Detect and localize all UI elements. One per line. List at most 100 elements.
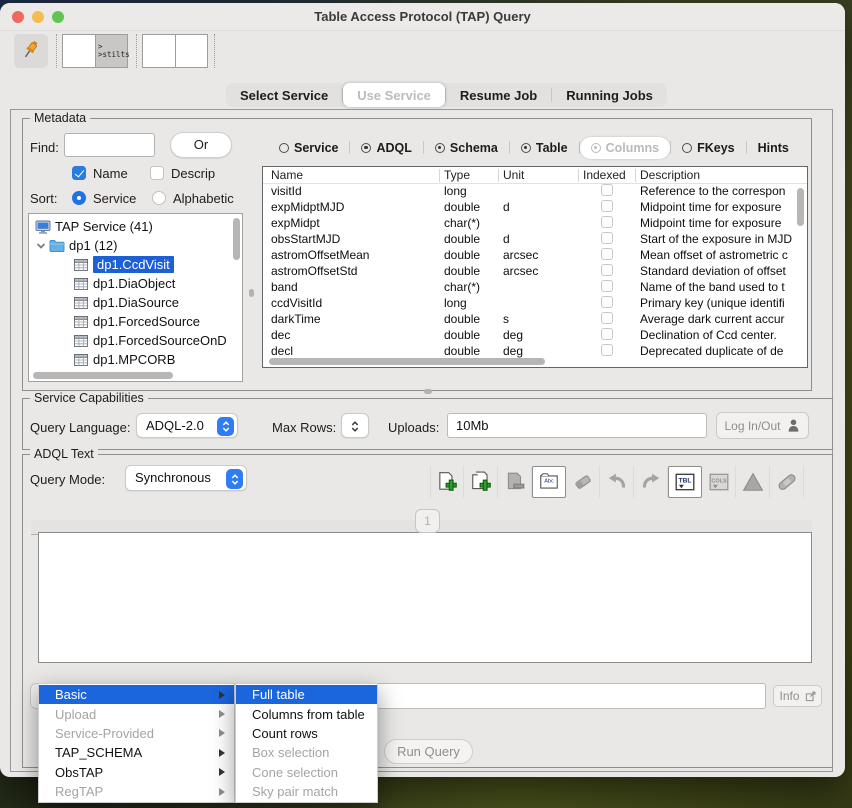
- query-mode-select[interactable]: Synchronous: [125, 465, 247, 491]
- tree-node-dp1.DiaObject[interactable]: dp1.DiaObject: [29, 274, 242, 293]
- close-dialog-button[interactable]: [175, 35, 207, 67]
- sort-service-label: Service: [93, 191, 136, 206]
- tab-use-service[interactable]: Use Service: [343, 83, 445, 107]
- submenu-item-full-table[interactable]: Full table: [236, 685, 377, 704]
- sheet-tab-1[interactable]: 1: [415, 509, 440, 533]
- indexed-checkbox[interactable]: [601, 328, 613, 340]
- menu-item-obstap[interactable]: ObsTAP: [39, 763, 234, 782]
- indexed-checkbox[interactable]: [601, 248, 613, 260]
- view-tab-hints[interactable]: Hints: [747, 137, 800, 159]
- metadata-splitter-handle[interactable]: [424, 389, 432, 394]
- find-label: Find:: [30, 140, 59, 155]
- cell-desc: Primary key (unique identifi: [640, 296, 795, 310]
- query-language-select[interactable]: ADQL-2.0: [136, 413, 238, 438]
- column-row-obsStartMJD[interactable]: obsStartMJDdoubledStart of the exposure …: [263, 232, 807, 248]
- tree-table-splitter[interactable]: [249, 289, 254, 297]
- tree-node-dp1-12-[interactable]: dp1 (12): [29, 236, 242, 255]
- tree-node-dp1.ForcedSource[interactable]: dp1.ForcedSource: [29, 312, 242, 331]
- column-row-ccdVisitId[interactable]: ccdVisitIdlongPrimary key (unique identi…: [263, 296, 807, 312]
- tree-node-dp1.DiaSource[interactable]: dp1.DiaSource: [29, 293, 242, 312]
- stilts-button[interactable]: > >stilts: [95, 35, 127, 67]
- table-hscrollbar-thumb[interactable]: [269, 358, 545, 365]
- info-button[interactable]: Info: [773, 685, 822, 707]
- uploads-field[interactable]: 10Mb: [447, 413, 707, 438]
- tree-vscrollbar-thumb[interactable]: [233, 218, 240, 260]
- cell-name: dec: [271, 328, 290, 342]
- undo-button: [600, 466, 634, 498]
- view-tab-columns[interactable]: Columns: [580, 137, 670, 159]
- find-input[interactable]: [64, 133, 155, 157]
- query-mode-label: Query Mode:: [30, 472, 105, 487]
- cols-icon: COLS: [708, 471, 730, 493]
- column-row-astromOffsetStd[interactable]: astromOffsetStddoublearcsecStandard devi…: [263, 264, 807, 280]
- indexed-checkbox[interactable]: [601, 312, 613, 324]
- col-header-type[interactable]: Type: [444, 168, 470, 182]
- adql-textarea[interactable]: [38, 532, 812, 663]
- cell-type: long: [444, 296, 467, 310]
- column-row-darkTime[interactable]: darkTimedoublesAverage dark current accu…: [263, 312, 807, 328]
- add-sheet-button[interactable]: [430, 466, 464, 498]
- tree-expander-icon[interactable]: [35, 240, 47, 252]
- col-header-name[interactable]: Name: [271, 168, 303, 182]
- menu-item-label: Sky pair match: [252, 784, 338, 799]
- indexed-checkbox[interactable]: [601, 264, 613, 276]
- view-tab-service[interactable]: Service: [268, 137, 349, 159]
- col-header-unit[interactable]: Unit: [503, 168, 524, 182]
- column-row-astromOffsetMean[interactable]: astromOffsetMeandoublearcsecMean offset …: [263, 248, 807, 264]
- indexed-checkbox[interactable]: [601, 184, 613, 196]
- submenu-item-count-rows[interactable]: Count rows: [236, 724, 377, 743]
- indexed-checkbox[interactable]: [601, 280, 613, 292]
- submenu-arrow-icon: [219, 768, 225, 776]
- title-sheet-button[interactable]: Abc: [532, 466, 566, 498]
- submenu-item-columns-from-table[interactable]: Columns from table: [236, 704, 377, 723]
- column-row-expMidpt[interactable]: expMidptchar(*)Midpoint time for exposur…: [263, 216, 807, 232]
- indexed-checkbox[interactable]: [601, 216, 613, 228]
- menu-item-label: Service-Provided: [55, 726, 154, 741]
- tab-select-service[interactable]: Select Service: [226, 83, 342, 107]
- radio-icon: [361, 143, 371, 153]
- sort-service-radio[interactable]: [72, 191, 86, 205]
- query-language-label: Query Language:: [30, 420, 130, 435]
- pin-window-button[interactable]: [14, 34, 48, 68]
- column-row-expMidptMJD[interactable]: expMidptMJDdoubledMidpoint time for expo…: [263, 200, 807, 216]
- tree-hscrollbar-thumb[interactable]: [33, 372, 173, 379]
- view-tab-fkeys[interactable]: FKeys: [671, 137, 746, 159]
- max-rows-select[interactable]: [341, 413, 369, 438]
- tab-running-jobs[interactable]: Running Jobs: [552, 83, 667, 107]
- table-vscrollbar-thumb[interactable]: [797, 188, 804, 226]
- col-header-indexed[interactable]: Indexed: [583, 168, 626, 182]
- run-query-button[interactable]: Run Query: [384, 739, 473, 764]
- view-tab-adql[interactable]: ADQL: [350, 137, 422, 159]
- example-url-field[interactable]: [345, 683, 766, 709]
- menu-item-tap_schema[interactable]: TAP_SCHEMA: [39, 743, 234, 762]
- or-button[interactable]: Or: [170, 132, 232, 158]
- indexed-checkbox[interactable]: [601, 200, 613, 212]
- col-header-description[interactable]: Description: [640, 168, 700, 182]
- reload-button[interactable]: [63, 35, 95, 67]
- indexed-checkbox[interactable]: [601, 296, 613, 308]
- sort-alphabetic-radio[interactable]: [152, 191, 166, 205]
- column-row-dec[interactable]: decdoubledegDeclination of Ccd center.: [263, 328, 807, 344]
- column-row-band[interactable]: bandchar(*)Name of the band used to t: [263, 280, 807, 296]
- tree-node-TAP-Service-41-[interactable]: TAP Service (41): [29, 217, 242, 236]
- tab-resume-job[interactable]: Resume Job: [446, 83, 551, 107]
- stepper-icon: [346, 417, 363, 436]
- tree-node-dp1.ForcedSourceOnD[interactable]: dp1.ForcedSourceOnD: [29, 331, 242, 350]
- add-sheets-button[interactable]: [464, 466, 498, 498]
- login-button[interactable]: Log In/Out: [716, 412, 809, 439]
- person-icon: [786, 418, 801, 433]
- column-row-visitId[interactable]: visitIdlongReference to the correspon: [263, 184, 807, 200]
- insert-table-button[interactable]: TBL: [668, 466, 702, 498]
- menu-item-basic[interactable]: Basic: [39, 685, 234, 704]
- name-checkbox[interactable]: [72, 166, 86, 180]
- tree-node-dp1.CcdVisit[interactable]: dp1.CcdVisit: [29, 255, 242, 274]
- indexed-checkbox[interactable]: [601, 344, 613, 356]
- view-tab-table[interactable]: Table: [510, 137, 579, 159]
- svg-text:TBL: TBL: [679, 478, 692, 485]
- tree-node-dp1.MPCORB[interactable]: dp1.MPCORB: [29, 350, 242, 369]
- indexed-checkbox[interactable]: [601, 232, 613, 244]
- help-button[interactable]: ?: [143, 35, 175, 67]
- descrip-checkbox[interactable]: [150, 166, 164, 180]
- view-tab-schema[interactable]: Schema: [424, 137, 509, 159]
- cell-name: band: [271, 280, 298, 294]
